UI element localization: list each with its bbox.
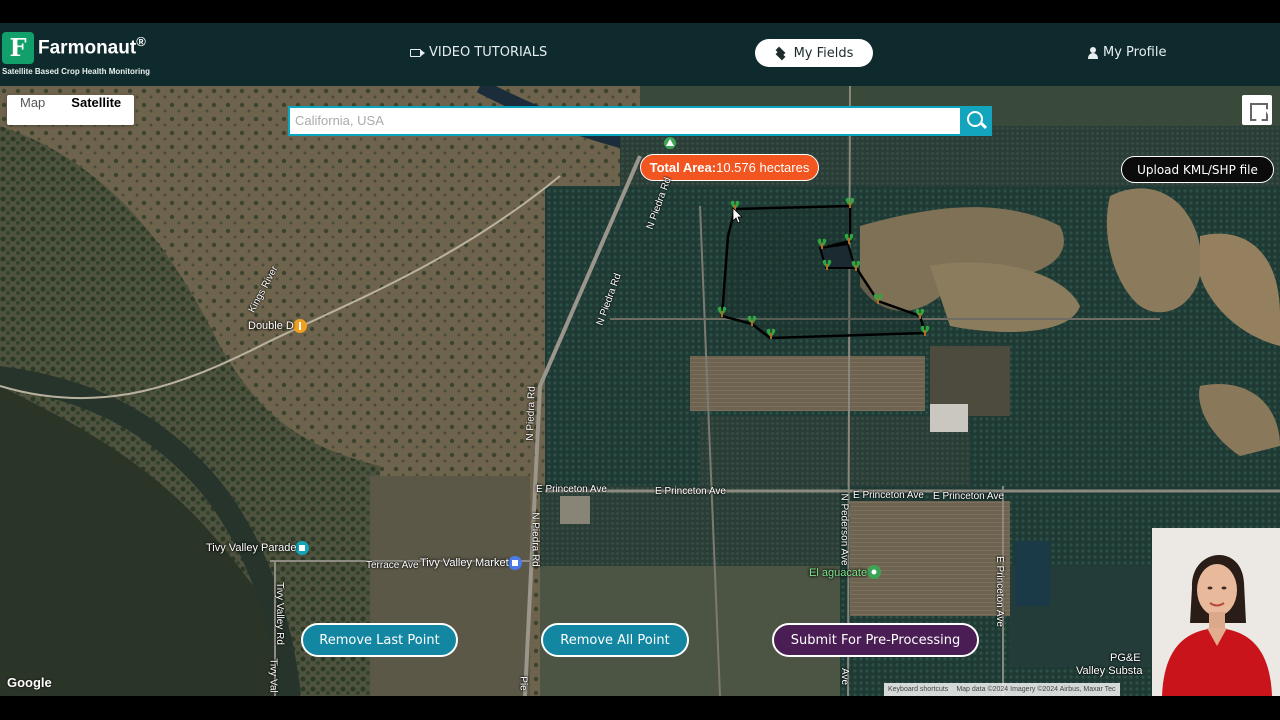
attraction-pin-icon: [295, 541, 309, 555]
farmonaut-logo[interactable]: F Farmonaut® Satellite Based Crop Health…: [2, 30, 162, 80]
remove-all-point-button[interactable]: Remove All Point: [541, 623, 689, 657]
keyboard-shortcuts-link[interactable]: Keyboard shortcuts: [888, 683, 948, 696]
poi-label-tivy-valley-market[interactable]: Tivy Valley Market: [420, 557, 509, 569]
farmonaut-app: F Farmonaut® Satellite Based Crop Health…: [0, 23, 1280, 696]
map-attribution: Keyboard shortcuts Map data ©2024 Imager…: [884, 683, 1120, 696]
vertex-marker: [822, 259, 832, 270]
map-label-e-princeton-ave: E Princeton Ave: [933, 491, 1004, 502]
vertex-marker: [851, 260, 861, 271]
mouse-cursor-icon: [732, 207, 743, 224]
submit-pre-processing-button[interactable]: Submit For Pre-Processing: [772, 623, 979, 657]
map-label-tivy-val: Tivy Val: [267, 658, 279, 693]
brand-name: Farmonaut®: [38, 34, 146, 59]
poi-label-tivy-valley-parade[interactable]: Tivy Valley Parade: [206, 542, 296, 554]
map-label-n-pederson-ave: N Pederson Ave: [838, 493, 850, 566]
map-label-terrace-ave: Terrace Ave: [366, 560, 419, 571]
poi-label-double-d[interactable]: Double D: [248, 320, 294, 332]
nav-my-fields[interactable]: My Fields: [755, 39, 873, 67]
poi-label-el-aguacate[interactable]: El aguacate: [809, 567, 867, 579]
presenter-avatar: [1152, 528, 1280, 696]
video-camera-icon: [410, 48, 425, 57]
vertex-marker: [920, 325, 930, 336]
vertex-marker: [915, 308, 925, 319]
nav-video-label: VIDEO TUTORIALS: [429, 45, 548, 60]
vertex-marker: [845, 197, 855, 208]
vertex-marker: [844, 233, 854, 244]
map-label-pederson-ave-short: Ave: [839, 667, 851, 686]
vertex-marker: [873, 293, 883, 304]
map-label-n-piedra-rd: N Piedra Rd: [529, 512, 541, 567]
vertex-marker: [717, 306, 727, 317]
remove-last-point-button[interactable]: Remove Last Point: [301, 623, 458, 657]
top-navigation-bar: F Farmonaut® Satellite Based Crop Health…: [0, 23, 1280, 86]
map-label-piedra-short: Pie: [517, 676, 529, 691]
google-logo: Google: [7, 675, 52, 690]
nav-my-profile[interactable]: My Profile: [1088, 45, 1166, 60]
map-data-credit: Map data ©2024 Imagery ©2024 Airbus, Max…: [956, 686, 1116, 693]
vertex-marker: [817, 238, 827, 249]
map-label-e-princeton-ave: E Princeton Ave: [536, 484, 607, 495]
map-label-e-princeton-ave: E Princeton Ave: [853, 490, 924, 501]
presenter-video-overlay: [1152, 528, 1280, 696]
polygon-vertex-markers: [293, 137, 930, 579]
layers-icon: [775, 47, 787, 59]
map-label-e-princeton-ave-vertical: E Princeton Ave: [993, 556, 1005, 627]
map-label-e-princeton-ave: E Princeton Ave: [655, 486, 726, 497]
park-pin-icon: [664, 137, 676, 149]
map-label-valley-substation: Valley Substa: [1076, 665, 1143, 677]
satellite-map[interactable]: Map Satellite California, USA Total Area…: [0, 86, 1280, 696]
vertex-marker: [747, 315, 757, 326]
nav-my-fields-label: My Fields: [793, 45, 854, 61]
map-label-tivy-valley-rd: Tivy Valley Rd: [273, 582, 285, 645]
nav-video-tutorials[interactable]: VIDEO TUTORIALS: [410, 45, 547, 60]
map-label-pge: PG&E: [1110, 652, 1141, 664]
map-label-n-piedra-rd: N Piedra Rd: [524, 386, 538, 441]
user-icon: [1088, 46, 1098, 59]
farmonaut-leaf-icon: F: [2, 32, 34, 64]
nav-my-profile-label: My Profile: [1103, 45, 1167, 60]
video-frame: F Farmonaut® Satellite Based Crop Health…: [0, 0, 1280, 720]
brand-tagline: Satellite Based Crop Health Monitoring: [2, 67, 151, 76]
place-pin-icon: [867, 565, 881, 579]
restaurant-pin-icon: [293, 319, 307, 333]
shopping-pin-icon: [508, 556, 522, 570]
vertex-marker: [766, 328, 776, 339]
